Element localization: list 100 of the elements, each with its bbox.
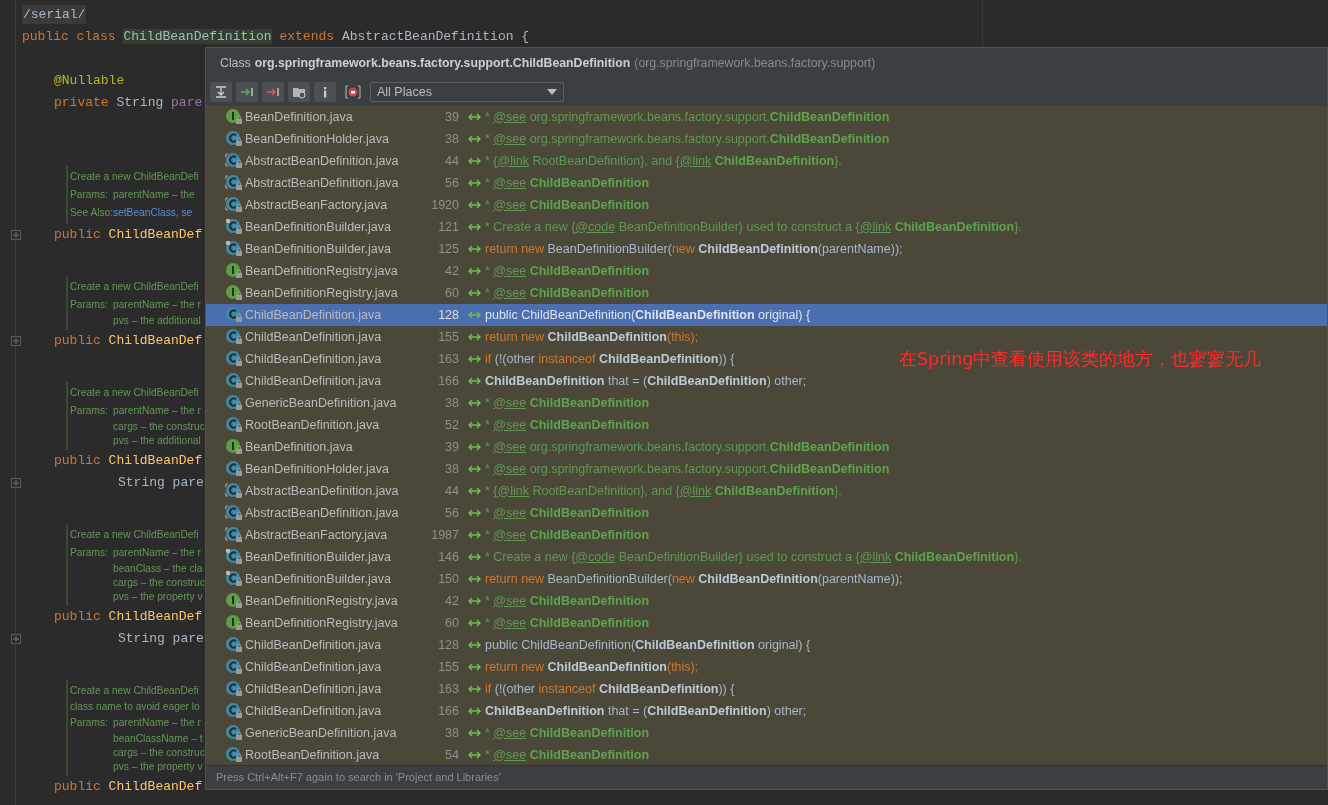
- usage-icon: [468, 221, 482, 233]
- file-name: GenericBeanDefinition.java: [245, 394, 398, 412]
- abstract-class-icon: [225, 482, 243, 500]
- usage-icon: [468, 463, 482, 475]
- caret-icon: [547, 89, 557, 95]
- doc-label: Params:: [70, 404, 109, 418]
- file-name: BeanDefinitionRegistry.java: [245, 262, 399, 280]
- code-snippet: public ChildBeanDefinition(ChildBeanDefinition original) {: [485, 636, 811, 654]
- next-icon[interactable]: [236, 82, 258, 102]
- usage-icon: [468, 617, 482, 629]
- footer-hint: Press Ctrl+Alt+F7 again to search in 'Project and Libraries': [206, 765, 1327, 789]
- usage-icon: [468, 485, 482, 497]
- scope-dropdown[interactable]: All Places: [370, 82, 564, 102]
- usage-row[interactable]: GenericBeanDefinition.java 38 * @see ChildBeanDefinition: [206, 722, 654, 744]
- file-name: BeanDefinitionBuilder.java: [245, 218, 392, 236]
- code-snippet: if (!(other instanceof ChildBeanDefinition)) {: [485, 680, 735, 698]
- usage-icon: [468, 595, 482, 607]
- usage-row[interactable]: AbstractBeanDefinition.java 44 * {@link RootBeanDefinition}, and {@link ChildBeanDefinition}.: [206, 480, 846, 502]
- doc-link[interactable]: setBeanClass, se: [113, 204, 193, 222]
- file-name: BeanDefinitionRegistry.java: [245, 614, 399, 632]
- file-name: AbstractBeanDefinition.java: [245, 152, 399, 170]
- file-name: AbstractBeanFactory.java: [245, 196, 389, 214]
- usage-row[interactable]: AbstractBeanDefinition.java 56 * @see ChildBeanDefinition: [206, 502, 654, 524]
- usage-row[interactable]: AbstractBeanDefinition.java 44 * {@link RootBeanDefinition}, and {@link ChildBeanDefinition}.: [206, 150, 846, 172]
- line-number: 163: [437, 680, 459, 698]
- code-snippet: * @see ChildBeanDefinition: [485, 196, 650, 214]
- code-snippet: * @see ChildBeanDefinition: [485, 394, 650, 412]
- usage-row[interactable]: BeanDefinitionRegistry.java 60 * @see ChildBeanDefinition: [206, 282, 654, 304]
- line-number: 39: [444, 108, 459, 126]
- usage-row[interactable]: ChildBeanDefinition.java 166 ChildBeanDefinition that = (ChildBeanDefinition) other;: [206, 370, 811, 392]
- code-snippet: * @see ChildBeanDefinition: [485, 262, 650, 280]
- usage-row[interactable]: ChildBeanDefinition.java 163 if (!(other instanceof ChildBeanDefinition)) {: [206, 678, 739, 700]
- code-snippet: * @see ChildBeanDefinition: [485, 504, 650, 522]
- usage-row[interactable]: BeanDefinition.java 39 * @see org.springframework.beans.factory.support.ChildBeanDefinition: [206, 106, 894, 128]
- usage-row[interactable]: BeanDefinitionHolder.java 38 * @see org.springframework.beans.factory.support.ChildBeanDefinition: [206, 128, 894, 150]
- usage-row[interactable]: ChildBeanDefinition.java 155 return new ChildBeanDefinition(this);: [206, 326, 703, 348]
- doc-text: Create a new ChildBeanDefi: [70, 386, 199, 400]
- header-kind: Class: [220, 54, 251, 72]
- code-snippet: if (!(other instanceof ChildBeanDefinition)) {: [485, 350, 735, 368]
- final-class-icon: [225, 240, 243, 258]
- code-line: public class ChildBeanDefinition extends AbstractBeanDefinition {: [22, 29, 530, 44]
- usage-row[interactable]: BeanDefinitionRegistry.java 60 * @see ChildBeanDefinition: [206, 612, 654, 634]
- code-snippet: public ChildBeanDefinition(ChildBeanDefinition original) {: [485, 306, 811, 324]
- file-name: BeanDefinitionBuilder.java: [245, 570, 392, 588]
- fold-icon[interactable]: [11, 634, 21, 644]
- usage-row[interactable]: BeanDefinitionHolder.java 38 * @see org.springframework.beans.factory.support.ChildBeanDefinition: [206, 458, 894, 480]
- fold-icon[interactable]: [11, 336, 21, 346]
- usage-row[interactable]: AbstractBeanFactory.java 1920 * @see ChildBeanDefinition: [206, 194, 654, 216]
- usage-row[interactable]: ChildBeanDefinition.java 155 return new ChildBeanDefinition(this);: [206, 656, 703, 678]
- usage-row[interactable]: BeanDefinitionBuilder.java 150 return new BeanDefinitionBuilder(new ChildBeanDefinition(parentName));: [206, 568, 907, 590]
- usage-row[interactable]: AbstractBeanDefinition.java 56 * @see ChildBeanDefinition: [206, 172, 654, 194]
- doc-text: cargs – the construc: [113, 746, 205, 760]
- code-snippet: ChildBeanDefinition that = (ChildBeanDefinition) other;: [485, 372, 807, 390]
- line-number: 38: [444, 724, 459, 742]
- folder-icon[interactable]: [288, 82, 310, 102]
- usage-row[interactable]: BeanDefinition.java 39 * @see org.springframework.beans.factory.support.ChildBeanDefinition: [206, 436, 894, 458]
- usage-row[interactable]: ChildBeanDefinition.java 166 ChildBeanDefinition that = (ChildBeanDefinition) other;: [206, 700, 811, 722]
- line-number: 56: [444, 504, 459, 522]
- fold-icon[interactable]: [11, 230, 21, 240]
- expand-icon[interactable]: [210, 82, 232, 102]
- usage-row[interactable]: ChildBeanDefinition.java 128 public ChildBeanDefinition(ChildBeanDefinition original) {: [206, 304, 1327, 326]
- file-name: ChildBeanDefinition.java: [245, 350, 383, 368]
- usage-row[interactable]: BeanDefinitionBuilder.java 121 * Create a new {@code BeanDefinitionBuilder} used to construct a {@link ChildBeanDefinition}.: [206, 216, 1026, 238]
- code-snippet: return new BeanDefinitionBuilder(new ChildBeanDefinition(parentName));: [485, 570, 903, 588]
- usage-row[interactable]: BeanDefinitionRegistry.java 42 * @see ChildBeanDefinition: [206, 590, 654, 612]
- class-class-icon: [225, 636, 243, 654]
- file-name: RootBeanDefinition.java: [245, 416, 381, 434]
- file-name: BeanDefinitionHolder.java: [245, 130, 390, 148]
- line-number: 128: [437, 636, 459, 654]
- code-snippet: * @see ChildBeanDefinition: [485, 526, 650, 544]
- abstract-class-icon: [225, 174, 243, 192]
- final-class-icon: [225, 570, 243, 588]
- code-snippet: * @see org.springframework.beans.factory.support.ChildBeanDefinition: [485, 438, 890, 456]
- code-line: public ChildBeanDef: [54, 779, 203, 794]
- usage-row[interactable]: BeanDefinitionBuilder.java 146 * Create a new {@code BeanDefinitionBuilder} used to construct a {@link ChildBeanDefinition}.: [206, 546, 1026, 568]
- usage-row[interactable]: BeanDefinitionBuilder.java 125 return new BeanDefinitionBuilder(new ChildBeanDefinition(parentName));: [206, 238, 907, 260]
- doc-label: Params:: [70, 546, 109, 560]
- code-line: private String pare: [54, 95, 203, 110]
- final-class-icon: [225, 218, 243, 236]
- previous-icon[interactable]: [262, 82, 284, 102]
- code-snippet: * @see org.springframework.beans.factory.support.ChildBeanDefinition: [485, 460, 890, 478]
- code-snippet: return new ChildBeanDefinition(this);: [485, 328, 699, 346]
- code-snippet: * @see ChildBeanDefinition: [485, 746, 650, 764]
- usage-icon: [468, 639, 482, 651]
- usage-row[interactable]: BeanDefinitionRegistry.java 42 * @see ChildBeanDefinition: [206, 260, 654, 282]
- usage-icon: [468, 287, 482, 299]
- fold-icon[interactable]: [11, 478, 21, 488]
- usage-row[interactable]: GenericBeanDefinition.java 38 * @see ChildBeanDefinition: [206, 392, 654, 414]
- info-icon[interactable]: [314, 82, 336, 102]
- file-name: ChildBeanDefinition.java: [245, 636, 383, 654]
- usage-row[interactable]: ChildBeanDefinition.java 163 if (!(other instanceof ChildBeanDefinition)) {: [206, 348, 739, 370]
- usage-row[interactable]: RootBeanDefinition.java 54 * @see ChildBeanDefinition: [206, 744, 654, 765]
- doc-text: cargs – the construc: [113, 576, 205, 590]
- class-name: org.springframework.beans.factory.support.ChildBeanDefinition: [254, 54, 631, 72]
- class-class-icon: [225, 416, 243, 434]
- interface-class-icon: [225, 592, 243, 610]
- usage-row[interactable]: ChildBeanDefinition.java 128 public ChildBeanDefinition(ChildBeanDefinition original) {: [206, 634, 815, 656]
- usage-row[interactable]: AbstractBeanFactory.java 1987 * @see ChildBeanDefinition: [206, 524, 654, 546]
- usage-row[interactable]: RootBeanDefinition.java 52 * @see ChildBeanDefinition: [206, 414, 654, 436]
- doc-text: beanClass – the cla: [113, 562, 203, 576]
